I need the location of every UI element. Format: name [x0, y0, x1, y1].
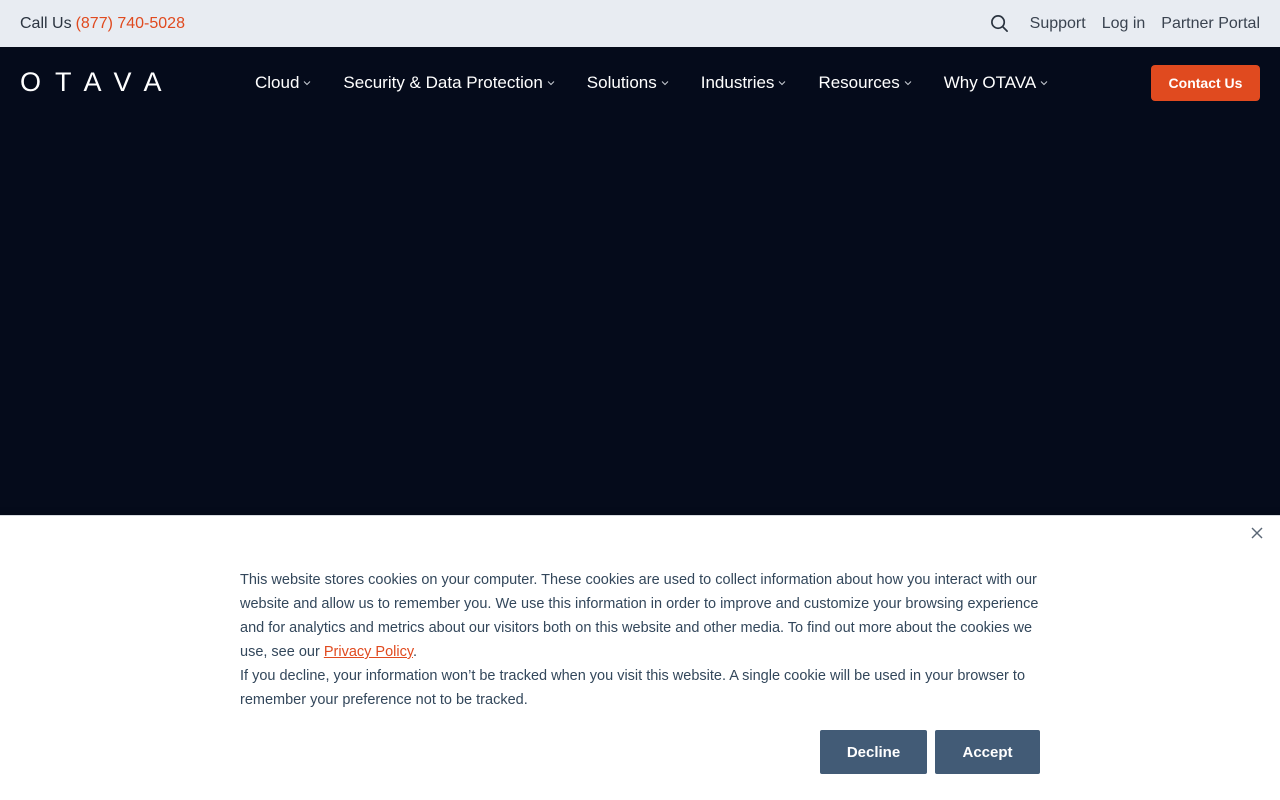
nav-item-why-otava[interactable]: Why OTAVA — [944, 73, 1049, 93]
login-link[interactable]: Log in — [1102, 15, 1146, 33]
chevron-down-icon — [1040, 80, 1048, 85]
chevron-down-icon — [661, 80, 669, 85]
chevron-down-icon — [547, 80, 555, 85]
phone-link[interactable]: (877) 740-5028 — [76, 15, 185, 33]
cookie-text: This website stores cookies on your comp… — [240, 568, 1050, 712]
nav-item-cloud[interactable]: Cloud — [255, 73, 311, 93]
cookie-paragraph-1: This website stores cookies on your comp… — [240, 568, 1050, 664]
accept-button[interactable]: Accept — [935, 730, 1040, 774]
chevron-down-icon — [304, 80, 311, 85]
utility-bar: Call Us (877) 740-5028 Support Log in Pa… — [0, 0, 1280, 47]
cookie-paragraph-2: If you decline, your information won’t b… — [240, 668, 1026, 708]
cookie-buttons: Decline Accept — [820, 730, 1040, 774]
nav-item-label: Why OTAVA — [943, 72, 1037, 92]
nav-item-label: Security & Data Protection — [343, 72, 543, 92]
hero-section — [0, 118, 1280, 515]
privacy-policy-link[interactable]: Privacy Policy — [324, 644, 413, 660]
call-us-label: Call Us — [20, 14, 72, 32]
nav-item-label: Cloud — [255, 72, 300, 92]
nav-item-solutions[interactable]: Solutions — [587, 73, 669, 93]
support-link[interactable]: Support — [1030, 15, 1086, 33]
main-nav: OTAVA Cloud Security & Data Protection S… — [0, 47, 1280, 118]
partner-portal-link[interactable]: Partner Portal — [1161, 15, 1260, 33]
utility-links: Support Log in Partner Portal — [990, 14, 1260, 34]
contact-us-button[interactable]: Contact Us — [1151, 64, 1260, 101]
decline-button[interactable]: Decline — [820, 730, 927, 774]
nav-item-resources[interactable]: Resources — [818, 72, 912, 93]
nav-item-label: Solutions — [586, 72, 657, 92]
nav-item-security[interactable]: Security & Data Protection — [343, 72, 555, 93]
cookie-banner: This website stores cookies on your comp… — [0, 515, 1280, 800]
nav-items: Cloud Security & Data Protection Solutio… — [255, 73, 1048, 93]
call-us: Call Us (877) 740-5028 — [20, 15, 185, 33]
cookie-paragraph-1-end: . — [413, 644, 418, 660]
nav-item-label: Industries — [700, 72, 775, 92]
search-icon[interactable] — [990, 14, 1010, 34]
chevron-down-icon — [904, 80, 912, 85]
logo[interactable]: OTAVA — [20, 67, 162, 98]
chevron-down-icon — [779, 80, 786, 85]
close-icon[interactable] — [1250, 526, 1264, 540]
nav-item-industries[interactable]: Industries — [701, 73, 787, 93]
nav-item-label: Resources — [818, 72, 900, 92]
